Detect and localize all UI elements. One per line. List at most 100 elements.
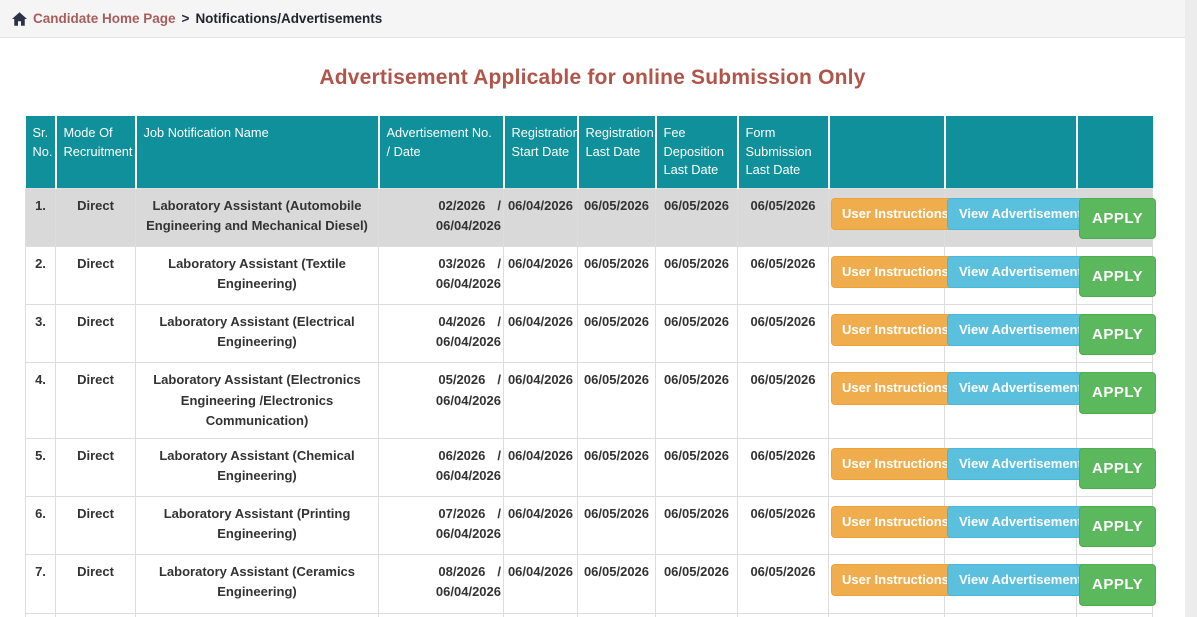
fee-deposition-last-cell: 06/05/2026 — [656, 246, 738, 304]
table-header: Sr. No. Mode Of Recruitment Job Notifica… — [26, 116, 1153, 188]
job-name-cell: Laboratory Assistant (Chemical Engineeri… — [136, 438, 379, 496]
apply-button[interactable]: APPLY — [1079, 314, 1156, 355]
user-instructions-button[interactable]: User Instructions — [831, 506, 960, 538]
view-advertisement-cell: View Advertisement — [945, 555, 1077, 613]
registration-start-cell: 06/04/2026 — [504, 363, 578, 438]
view-advertisement-cell: View Advertisement — [945, 438, 1077, 496]
mode-cell: Direct — [56, 497, 136, 555]
breadcrumb: Candidate Home Page > Notifications/Adve… — [0, 0, 1185, 38]
table-row: 7. Direct Laboratory Assistant (Ceramics… — [26, 555, 1153, 613]
advertisement-date: 06/04/2026 — [381, 216, 501, 236]
registration-last-cell: 06/05/2026 — [578, 613, 656, 617]
sr-no-cell: 8. — [26, 613, 56, 617]
mode-cell: Direct — [56, 305, 136, 363]
registration-last-cell: 06/05/2026 — [578, 246, 656, 304]
advertisement-date: 06/04/2026 — [381, 391, 501, 411]
table-row: 6. Direct Laboratory Assistant (Printing… — [26, 497, 1153, 555]
fee-deposition-last-cell: 06/05/2026 — [656, 188, 738, 246]
advertisement-date: 06/04/2026 — [381, 274, 501, 294]
registration-start-cell: 06/04/2026 — [504, 246, 578, 304]
user-instructions-cell: User Instructions — [829, 363, 945, 438]
user-instructions-cell: User Instructions — [829, 246, 945, 304]
apply-button[interactable]: APPLY — [1079, 256, 1156, 297]
advertisement-no-date-cell: 05/2026 / 06/04/2026 — [379, 363, 504, 438]
registration-last-cell: 06/05/2026 — [578, 497, 656, 555]
sr-no-cell: 1. — [26, 188, 56, 246]
mode-cell: Direct — [56, 363, 136, 438]
user-instructions-button[interactable]: User Instructions — [831, 314, 960, 346]
form-submission-last-cell: 06/05/2026 — [738, 497, 829, 555]
apply-button[interactable]: APPLY — [1079, 198, 1156, 239]
page-container: Candidate Home Page > Notifications/Adve… — [0, 0, 1185, 617]
job-name-cell: Laboratory Assistant (Automobile Enginee… — [136, 188, 379, 246]
mode-cell: Direct — [56, 188, 136, 246]
apply-cell: APPLY — [1077, 438, 1153, 496]
view-advertisement-button[interactable]: View Advertisement — [947, 198, 1094, 230]
col-header-sr-no: Sr. No. — [26, 116, 56, 188]
job-name-cell: Laboratory Assistant (Ceramics Engineeri… — [136, 555, 379, 613]
apply-cell: APPLY — [1077, 305, 1153, 363]
apply-button[interactable]: APPLY — [1079, 564, 1156, 605]
apply-button[interactable]: APPLY — [1079, 448, 1156, 489]
advertisement-separator: / — [497, 312, 501, 332]
advertisement-date: 06/04/2026 — [381, 524, 501, 544]
advertisement-separator: / — [497, 504, 501, 524]
user-instructions-button[interactable]: User Instructions — [831, 372, 960, 404]
registration-start-cell: 06/04/2026 — [504, 555, 578, 613]
user-instructions-button[interactable]: User Instructions — [831, 198, 960, 230]
apply-button[interactable]: APPLY — [1079, 372, 1156, 413]
advertisement-no: 06/2026 — [438, 446, 485, 466]
mode-cell: Direct — [56, 246, 136, 304]
view-advertisement-cell: View Advertisement — [945, 497, 1077, 555]
advertisement-no-date-cell: 02/2026 / 06/04/2026 — [379, 188, 504, 246]
breadcrumb-separator: > — [182, 11, 190, 26]
breadcrumb-home-link[interactable]: Candidate Home Page — [33, 11, 176, 26]
fee-deposition-last-cell: 06/05/2026 — [656, 305, 738, 363]
view-advertisement-button[interactable]: View Advertisement — [947, 256, 1094, 288]
col-header-job-name: Job Notification Name — [136, 116, 379, 188]
advertisement-no-date-cell: 06/2026 / 06/04/2026 — [379, 438, 504, 496]
view-advertisement-button[interactable]: View Advertisement — [947, 506, 1094, 538]
advertisement-separator: / — [497, 370, 501, 390]
user-instructions-cell: User Instructions — [829, 555, 945, 613]
advertisement-no-date-cell: 09/2026 / 06/04/2026 — [379, 613, 504, 617]
advertisement-no-date-cell: 03/2026 / 06/04/2026 — [379, 246, 504, 304]
user-instructions-button[interactable]: User Instructions — [831, 256, 960, 288]
view-advertisement-button[interactable]: View Advertisement — [947, 372, 1094, 404]
registration-last-cell: 06/05/2026 — [578, 305, 656, 363]
col-header-reg-start: Registration Start Date — [504, 116, 578, 188]
breadcrumb-current: Notifications/Advertisements — [195, 11, 382, 26]
form-submission-last-cell: 06/05/2026 — [738, 438, 829, 496]
fee-deposition-last-cell: 06/05/2026 — [656, 438, 738, 496]
mode-cell: Direct — [56, 438, 136, 496]
registration-last-cell: 06/05/2026 — [578, 555, 656, 613]
job-name-cell: Laboratory Assistant (Printing Engineeri… — [136, 497, 379, 555]
sr-no-cell: 4. — [26, 363, 56, 438]
job-name-cell: Laboratory Assistant (Electronics Engine… — [136, 363, 379, 438]
job-name-cell: Laboratory Assistant (Electrical Enginee… — [136, 305, 379, 363]
registration-start-cell: 06/04/2026 — [504, 188, 578, 246]
view-advertisement-button[interactable]: View Advertisement — [947, 448, 1094, 480]
apply-cell: APPLY — [1077, 246, 1153, 304]
col-header-adv-no-date: Advertisement No. / Date — [379, 116, 504, 188]
user-instructions-button[interactable]: User Instructions — [831, 564, 960, 596]
user-instructions-button[interactable]: User Instructions — [831, 448, 960, 480]
sr-no-cell: 2. — [26, 246, 56, 304]
view-advertisement-button[interactable]: View Advertisement — [947, 314, 1094, 346]
sr-no-cell: 7. — [26, 555, 56, 613]
apply-cell: APPLY — [1077, 613, 1153, 617]
advertisement-date: 06/04/2026 — [381, 332, 501, 352]
advertisement-no: 02/2026 — [438, 196, 485, 216]
advertisement-no-date-cell: 08/2026 / 06/04/2026 — [379, 555, 504, 613]
fee-deposition-last-cell: 06/05/2026 — [656, 497, 738, 555]
table-row: 4. Direct Laboratory Assistant (Electron… — [26, 363, 1153, 438]
advertisement-no: 08/2026 — [438, 562, 485, 582]
col-header-reg-last: Registration Last Date — [578, 116, 656, 188]
fee-deposition-last-cell: 06/05/2026 — [656, 363, 738, 438]
apply-button[interactable]: APPLY — [1079, 506, 1156, 547]
view-advertisement-button[interactable]: View Advertisement — [947, 564, 1094, 596]
form-submission-last-cell: 06/05/2026 — [738, 613, 829, 617]
form-submission-last-cell: 06/05/2026 — [738, 363, 829, 438]
col-header-view-advertisement — [945, 116, 1077, 188]
registration-start-cell: 06/04/2026 — [504, 438, 578, 496]
